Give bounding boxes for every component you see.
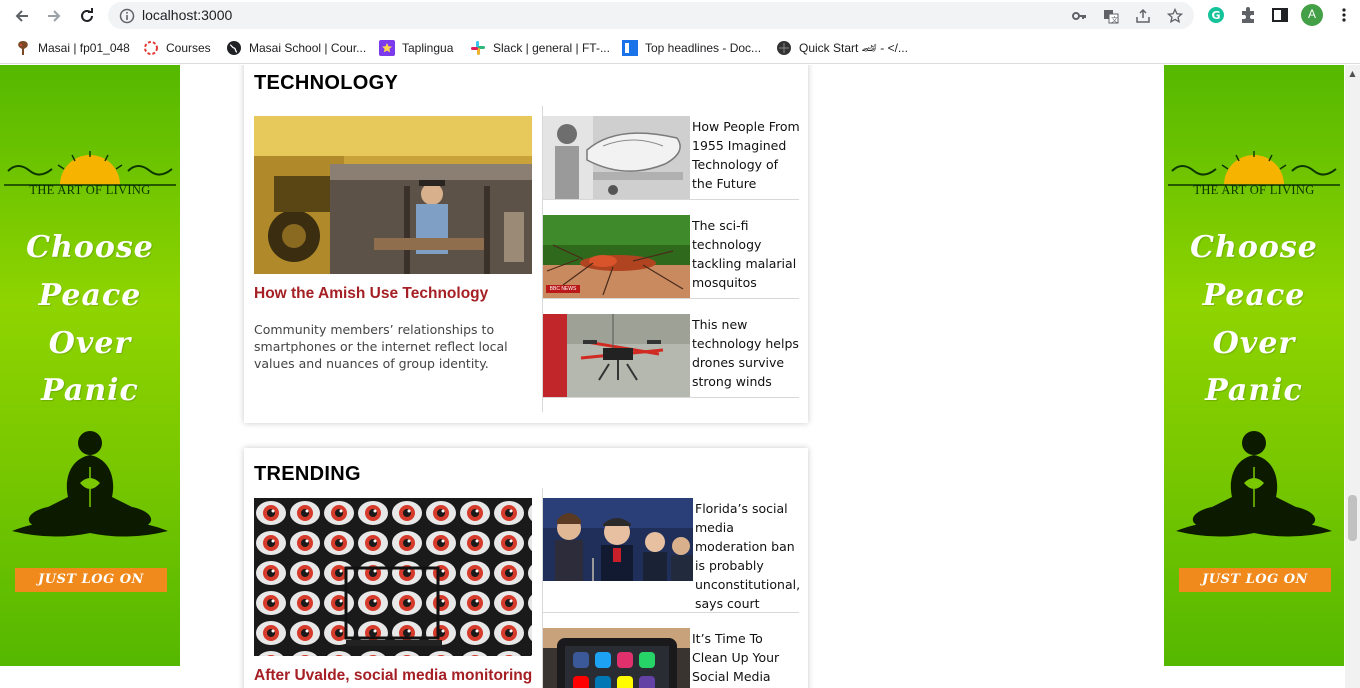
news-item[interactable]: How People From 1955 Imagined Technology… xyxy=(543,116,800,200)
menu-kebab-icon[interactable] xyxy=(1334,5,1354,25)
ad-tagline-line: Over xyxy=(48,326,132,361)
news-thumbnail xyxy=(543,116,690,199)
news-thumbnail xyxy=(543,314,690,397)
bookmark-label: Quick Start 🏎 - </... xyxy=(799,41,908,55)
docs-icon xyxy=(622,40,638,56)
slack-icon xyxy=(470,40,486,56)
ad-tagline-line: Peace xyxy=(1202,278,1306,313)
back-button[interactable] xyxy=(11,5,33,27)
ad-brand-text: THE ART OF LIVING xyxy=(1193,183,1315,197)
ad-tagline-line: Choose xyxy=(1190,230,1318,265)
meditation-figure-icon xyxy=(12,431,168,537)
technology-section: TECHNOLOGY How the Amish Use Technology … xyxy=(244,65,808,423)
news-item-title: Florida’s social media moderation ban is… xyxy=(695,501,801,611)
news-item-title: The sci-fi technology tackling malarial … xyxy=(692,218,797,290)
browser-toolbar: localhost:3000 文 G A xyxy=(0,0,1360,32)
lead-headline[interactable]: How the Amish Use Technology xyxy=(254,285,540,303)
site-info-icon[interactable] xyxy=(118,7,136,25)
courses-icon xyxy=(143,40,159,56)
svg-text:文: 文 xyxy=(1111,15,1118,24)
meditation-figure-icon xyxy=(1176,431,1332,537)
lead-image-eyes[interactable] xyxy=(254,498,532,656)
url-text[interactable]: localhost:3000 xyxy=(142,7,232,23)
lead-headline[interactable]: After Uvalde, social media monitoring xyxy=(254,667,540,685)
page-scrollbar[interactable]: ▲ xyxy=(1345,65,1360,688)
news-item[interactable]: This new technology helps drones survive… xyxy=(543,314,799,398)
back-arrow-icon xyxy=(15,10,28,22)
ad-banner-right[interactable]: THE ART OF LIVING Choose Peace Over Pani… xyxy=(1164,65,1344,666)
reload-button[interactable] xyxy=(76,5,98,27)
bookmark-courses[interactable]: Courses xyxy=(143,39,211,57)
news-item-title: This new technology helps drones survive… xyxy=(692,317,799,389)
bookmark-taplingua[interactable]: Taplingua xyxy=(379,39,453,57)
profile-initial: A xyxy=(1307,7,1316,21)
translate-icon[interactable]: 文 xyxy=(1102,7,1120,25)
scrollbar-thumb[interactable] xyxy=(1348,495,1357,541)
trending-section: TRENDING After Uvalde, social media moni… xyxy=(244,448,808,688)
ad-cta-button[interactable]: JUST LOG ON xyxy=(1179,568,1331,592)
key-icon[interactable] xyxy=(1070,7,1088,25)
ad-tagline-line: Panic xyxy=(1205,373,1303,408)
news-thumbnail: BBC NEWS xyxy=(543,215,690,298)
quickstart-icon xyxy=(776,40,792,56)
ad-brand-text: THE ART OF LIVING xyxy=(29,183,151,197)
bookmark-top-headlines[interactable]: Top headlines - Doc... xyxy=(622,39,761,57)
forward-arrow-icon xyxy=(48,10,61,22)
ad-tagline-line: Panic xyxy=(41,373,139,408)
masai-icon xyxy=(15,40,31,56)
news-thumbnail xyxy=(543,498,693,581)
ad-tagline-line: Over xyxy=(1212,326,1296,361)
ad-tagline-line: Choose xyxy=(26,230,154,265)
extensions-puzzle-icon[interactable] xyxy=(1238,5,1258,25)
news-thumbnail xyxy=(543,628,690,688)
news-item-title: How People From 1955 Imagined Technology… xyxy=(692,119,800,191)
bookmark-masai-fp01[interactable]: Masai | fp01_048 xyxy=(15,39,130,57)
page-viewport: THE ART OF LIVING Choose Peace Over Pani… xyxy=(0,65,1360,688)
lead-description: Community members’ relationships to smar… xyxy=(254,322,508,371)
news-item[interactable]: Florida’s social media moderation ban is… xyxy=(543,498,800,613)
news-item[interactable]: It’s Time To Clean Up Your Social Media … xyxy=(543,628,799,688)
bookmark-label: Masai | fp01_048 xyxy=(38,41,130,55)
section-title-technology: TECHNOLOGY xyxy=(254,72,399,94)
bookmark-label: Masai School | Cour... xyxy=(249,41,367,55)
news-item-title: It’s Time To Clean Up Your Social Media … xyxy=(692,631,780,684)
ad-banner-left[interactable]: THE ART OF LIVING Choose Peace Over Pani… xyxy=(0,65,180,666)
ad-tagline-line: Peace xyxy=(38,278,142,313)
bookmark-quick-start[interactable]: Quick Start 🏎 - </... xyxy=(776,39,908,57)
svg-text:G: G xyxy=(1212,9,1221,22)
address-bar[interactable]: localhost:3000 文 xyxy=(108,2,1194,29)
lead-image-amish[interactable] xyxy=(254,116,532,274)
reload-icon xyxy=(81,8,93,22)
bookmark-label: Courses xyxy=(166,41,211,55)
bookmarks-bar: Masai | fp01_048 Courses Masai School | … xyxy=(0,32,1360,64)
bookmark-masai-school[interactable]: Masai School | Cour... xyxy=(226,39,366,57)
side-panel-icon[interactable] xyxy=(1270,5,1290,25)
grammarly-icon[interactable]: G xyxy=(1206,5,1226,25)
bookmark-label: Taplingua xyxy=(402,41,454,55)
profile-avatar[interactable]: A xyxy=(1301,4,1323,26)
scroll-up-arrow-icon[interactable]: ▲ xyxy=(1348,69,1357,78)
forward-button[interactable] xyxy=(43,5,65,27)
share-icon[interactable] xyxy=(1134,7,1152,25)
bookmark-slack[interactable]: Slack | general | FT-... xyxy=(470,39,610,57)
bookmark-label: Slack | general | FT-... xyxy=(493,41,610,55)
bookmark-star-icon[interactable] xyxy=(1166,7,1184,25)
news-item[interactable]: BBC NEWS The sci-fi technology tackling … xyxy=(543,215,799,299)
ad-cta-button[interactable]: JUST LOG ON xyxy=(15,568,167,592)
section-title-trending: TRENDING xyxy=(254,463,361,485)
taplingua-icon xyxy=(379,40,395,56)
news-source-badge: BBC NEWS xyxy=(549,286,577,292)
globe-icon xyxy=(226,40,242,56)
bookmark-label: Top headlines - Doc... xyxy=(645,41,762,55)
